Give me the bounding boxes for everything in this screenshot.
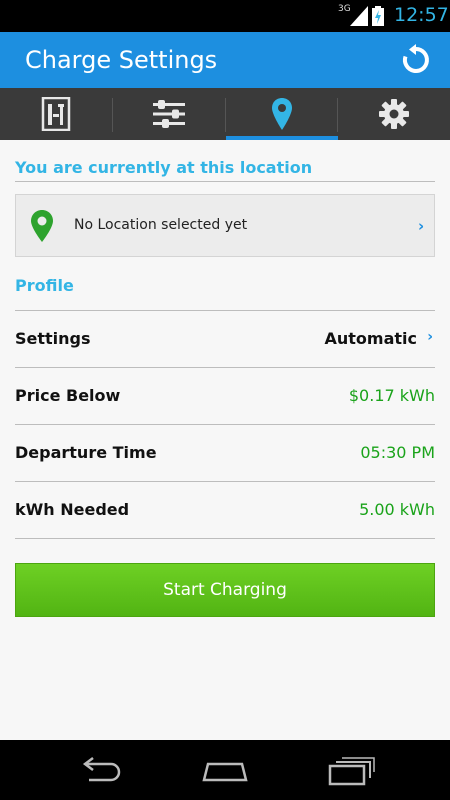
settings-row[interactable]: Settings Automatic › bbox=[15, 311, 435, 367]
refresh-icon[interactable] bbox=[400, 44, 432, 76]
row-label: Price Below bbox=[15, 386, 121, 405]
profile-section-title: Profile bbox=[15, 276, 74, 295]
location-pin-icon bbox=[31, 210, 53, 242]
tab-sliders[interactable] bbox=[113, 88, 225, 140]
chevron-right-icon: › bbox=[427, 329, 433, 345]
sliders-icon bbox=[153, 100, 185, 128]
location-pin-icon bbox=[272, 98, 292, 130]
action-bar: Charge Settings bbox=[0, 32, 450, 88]
row-label: Settings bbox=[15, 329, 91, 348]
page-title: Charge Settings bbox=[25, 46, 218, 74]
location-section-title: You are currently at this location bbox=[15, 158, 313, 177]
status-bar: 3G 12:57 bbox=[0, 0, 450, 32]
row-label: kWh Needed bbox=[15, 500, 130, 519]
divider bbox=[15, 538, 435, 539]
navigation-bar bbox=[0, 740, 450, 800]
tab-location[interactable] bbox=[226, 88, 338, 140]
chevron-right-icon: › bbox=[418, 217, 425, 235]
price-below-row[interactable]: Price Below $0.17 kWh bbox=[15, 368, 435, 424]
kwh-needed-value: 5.00 kWh bbox=[359, 500, 435, 519]
price-below-value: $0.17 kWh bbox=[348, 386, 435, 405]
tab-settings[interactable] bbox=[338, 88, 450, 140]
charger-icon bbox=[41, 97, 71, 131]
tab-charger[interactable] bbox=[0, 88, 112, 140]
battery-charging-icon bbox=[372, 6, 384, 26]
divider bbox=[15, 181, 435, 182]
departure-time-value: 05:30 PM bbox=[360, 443, 435, 462]
kwh-needed-row[interactable]: kWh Needed 5.00 kWh bbox=[15, 482, 435, 538]
start-charging-button[interactable]: Start Charging bbox=[15, 563, 435, 617]
location-selector[interactable]: No Location selected yet › bbox=[15, 194, 435, 257]
status-clock: 12:57 bbox=[394, 4, 449, 26]
signal-icon bbox=[350, 6, 368, 26]
settings-value: Automatic bbox=[324, 329, 418, 348]
gear-icon bbox=[379, 99, 409, 129]
recent-apps-icon[interactable] bbox=[326, 756, 376, 786]
network-type: 3G bbox=[338, 4, 351, 14]
home-icon[interactable] bbox=[200, 756, 250, 786]
row-label: Departure Time bbox=[15, 443, 157, 462]
back-icon[interactable] bbox=[75, 756, 125, 786]
departure-time-row[interactable]: Departure Time 05:30 PM bbox=[15, 425, 435, 481]
location-value: No Location selected yet bbox=[74, 217, 248, 233]
tab-bar bbox=[0, 88, 450, 140]
